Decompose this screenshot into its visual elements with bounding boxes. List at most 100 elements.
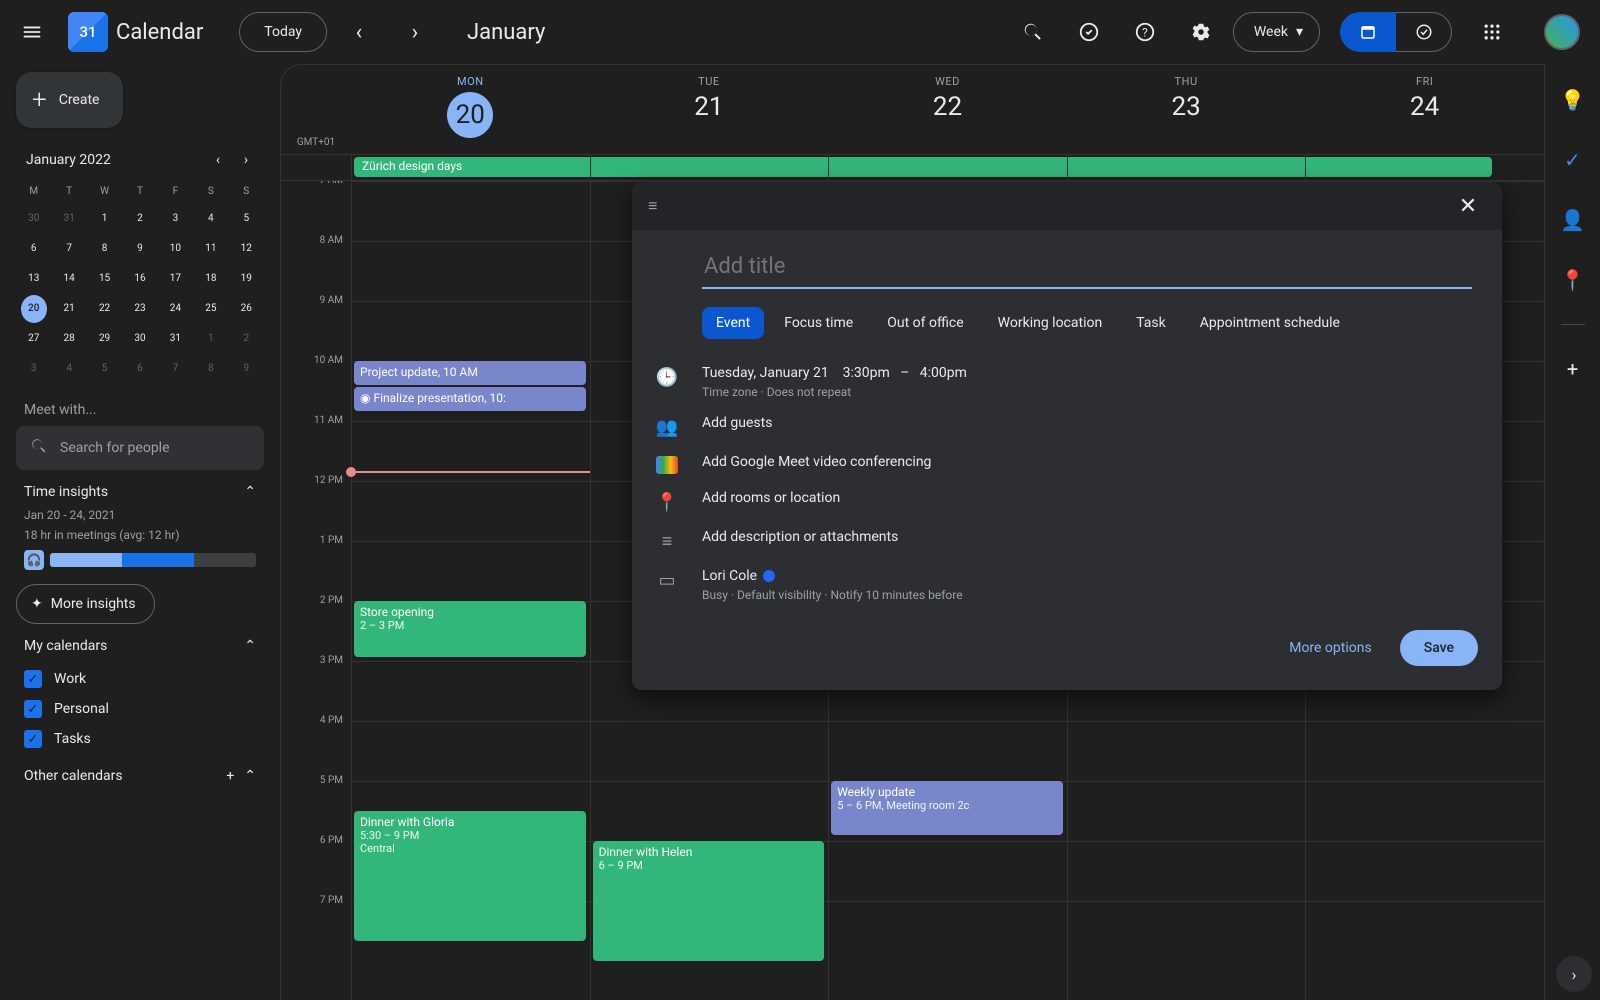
mini-day[interactable]: 24 <box>162 295 188 323</box>
calendar-event[interactable]: Dinner with Gloria5:30 – 9 PMCentral <box>354 811 586 941</box>
next-icon[interactable]: › <box>391 8 439 56</box>
mini-day[interactable]: 25 <box>198 295 224 323</box>
contacts-icon[interactable]: 👤 <box>1553 200 1593 240</box>
mini-day[interactable]: 7 <box>162 355 188 383</box>
mini-day[interactable]: 11 <box>198 235 224 263</box>
close-icon[interactable]: ✕ <box>1450 188 1486 224</box>
drag-handle-icon[interactable]: ≡ <box>648 196 657 216</box>
calendar-event[interactable]: Store opening2 – 3 PM <box>354 601 586 657</box>
today-button[interactable]: Today <box>239 12 327 52</box>
user-avatar[interactable] <box>1544 14 1580 50</box>
mini-day[interactable]: 1 <box>92 205 118 233</box>
add-guests-field[interactable]: Add guests <box>702 415 772 431</box>
mini-day[interactable]: 9 <box>233 355 259 383</box>
event-type-tab[interactable]: Task <box>1122 307 1180 339</box>
mini-day[interactable]: 15 <box>92 265 118 293</box>
mini-day[interactable]: 26 <box>233 295 259 323</box>
day-header[interactable]: TUE21 <box>590 65 829 154</box>
calendar-event[interactable]: Weekly update5 – 6 PM, Meeting room 2c <box>831 781 1063 835</box>
event-type-tab[interactable]: Appointment schedule <box>1186 307 1354 339</box>
mini-day[interactable]: 29 <box>92 325 118 353</box>
progress-icon[interactable] <box>1065 8 1113 56</box>
mini-day[interactable]: 10 <box>162 235 188 263</box>
calendar-item[interactable]: ✓Tasks <box>16 724 264 754</box>
mini-day[interactable]: 30 <box>21 205 47 233</box>
mini-day[interactable]: 18 <box>198 265 224 293</box>
mini-day[interactable]: 1 <box>198 325 224 353</box>
mini-calendar[interactable]: MTWTFSS303112345678910111213141516171819… <box>16 180 264 384</box>
event-type-tab[interactable]: Event <box>702 307 764 339</box>
event-owner[interactable]: Lori Cole <box>702 568 963 584</box>
other-calendars-header[interactable]: Other calendars +⌃ <box>16 754 264 790</box>
maps-icon[interactable]: 📍 <box>1553 260 1593 300</box>
help-icon[interactable]: ? <box>1121 8 1169 56</box>
more-insights-button[interactable]: ✦More insights <box>16 584 155 624</box>
mini-day[interactable]: 2 <box>233 325 259 353</box>
keep-icon[interactable]: 💡 <box>1553 80 1593 120</box>
calendar-item[interactable]: ✓Work <box>16 664 264 694</box>
mini-day[interactable]: 5 <box>92 355 118 383</box>
search-people-input[interactable]: Search for people <box>16 426 264 470</box>
mini-next-icon[interactable]: › <box>234 148 258 172</box>
mini-day[interactable]: 22 <box>92 295 118 323</box>
add-meet-button[interactable]: Add Google Meet video conferencing <box>702 454 931 470</box>
time-insights-header[interactable]: Time insights⌃ <box>16 470 264 506</box>
mini-day[interactable]: 6 <box>21 235 47 263</box>
add-addon-icon[interactable]: + <box>1553 349 1593 389</box>
mini-day[interactable]: 21 <box>56 295 82 323</box>
hide-panel-icon[interactable]: › <box>1556 956 1592 992</box>
mini-day[interactable]: 17 <box>162 265 188 293</box>
event-tz-repeat[interactable]: Time zone · Does not repeat <box>702 385 967 399</box>
calendar-event[interactable]: Dinner with Helen6 – 9 PM <box>593 841 825 961</box>
my-calendars-header[interactable]: My calendars⌃ <box>16 624 264 660</box>
mini-day[interactable]: 27 <box>21 325 47 353</box>
event-type-tab[interactable]: Out of office <box>873 307 977 339</box>
calendar-event[interactable]: ◉ Finalize presentation, 10: <box>354 387 586 411</box>
create-button[interactable]: +Create <box>16 72 123 128</box>
mini-day[interactable]: 4 <box>56 355 82 383</box>
day-header[interactable]: WED22 <box>828 65 1067 154</box>
event-type-tab[interactable]: Focus time <box>770 307 867 339</box>
mini-day[interactable]: 30 <box>127 325 153 353</box>
settings-icon[interactable] <box>1177 8 1225 56</box>
mini-day[interactable]: 6 <box>127 355 153 383</box>
more-options-button[interactable]: More options <box>1273 630 1388 666</box>
checkbox-icon[interactable]: ✓ <box>24 700 42 718</box>
tasks-icon[interactable]: ✓ <box>1553 140 1593 180</box>
calendar-view-toggle[interactable] <box>1340 12 1396 52</box>
mini-day[interactable]: 8 <box>92 235 118 263</box>
mini-day[interactable]: 4 <box>198 205 224 233</box>
mini-day[interactable]: 5 <box>233 205 259 233</box>
mini-prev-icon[interactable]: ‹ <box>206 148 230 172</box>
add-location-field[interactable]: Add rooms or location <box>702 490 840 506</box>
mini-day[interactable]: 9 <box>127 235 153 263</box>
mini-day[interactable]: 13 <box>21 265 47 293</box>
calendar-event[interactable]: Project update, 10 AM <box>354 361 586 385</box>
chevron-up-icon[interactable]: ⌃ <box>244 768 256 784</box>
prev-icon[interactable]: ‹ <box>335 8 383 56</box>
search-icon[interactable] <box>1009 8 1057 56</box>
tasks-view-toggle[interactable] <box>1396 12 1452 52</box>
view-selector[interactable]: Week▾ <box>1233 12 1320 52</box>
mini-day[interactable]: 31 <box>162 325 188 353</box>
mini-day[interactable]: 12 <box>233 235 259 263</box>
menu-icon[interactable] <box>8 8 56 56</box>
day-header[interactable]: THU23 <box>1067 65 1306 154</box>
mini-day[interactable]: 16 <box>127 265 153 293</box>
mini-day[interactable]: 3 <box>21 355 47 383</box>
mini-day[interactable]: 14 <box>56 265 82 293</box>
checkbox-icon[interactable]: ✓ <box>24 670 42 688</box>
save-button[interactable]: Save <box>1400 630 1478 666</box>
mini-day[interactable]: 23 <box>127 295 153 323</box>
add-calendar-icon[interactable]: + <box>226 768 234 784</box>
day-column[interactable]: Project update, 10 AM◉ Finalize presenta… <box>351 181 590 1000</box>
mini-day[interactable]: 3 <box>162 205 188 233</box>
mini-day[interactable]: 8 <box>198 355 224 383</box>
mini-day[interactable]: 19 <box>233 265 259 293</box>
mini-day[interactable]: 7 <box>56 235 82 263</box>
mini-day[interactable]: 28 <box>56 325 82 353</box>
add-description-field[interactable]: Add description or attachments <box>702 529 898 545</box>
event-datetime[interactable]: Tuesday, January 21 3:30pm – 4:00pm <box>702 365 967 381</box>
day-header[interactable]: MON20 <box>351 65 590 154</box>
checkbox-icon[interactable]: ✓ <box>24 730 42 748</box>
